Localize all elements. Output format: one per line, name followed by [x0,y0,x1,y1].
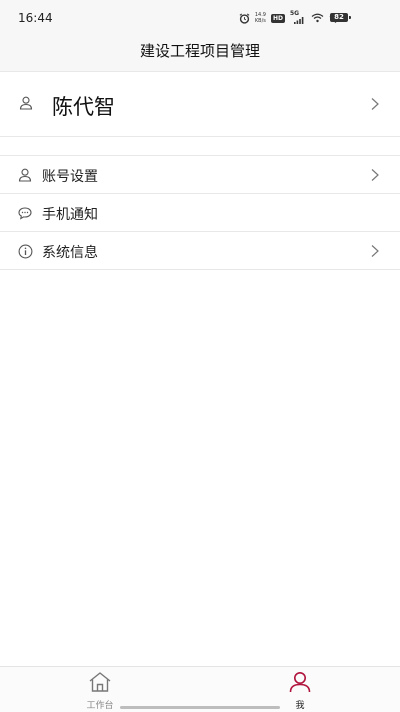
user-icon [19,96,33,110]
page-title-bar: 建设工程项目管理 [0,36,400,72]
chevron-right-icon [371,98,379,110]
home-icon [89,672,111,692]
chevron-right-icon [371,169,379,181]
profile-row[interactable]: 陈代智 [0,72,400,137]
chevron-right-icon [371,245,379,257]
menu-item-label: 账号设置 [42,169,98,185]
tab-workbench[interactable]: 工作台 [60,671,140,711]
menu-item-system-info[interactable]: 系统信息 [0,232,400,270]
menu-list: 账号设置 手机通知 系统信息 [0,155,400,270]
signal-wifi-small-icon [311,13,324,23]
tab-label: 我 [295,701,305,711]
menu-item-label: 系统信息 [42,245,98,261]
menu-item-account-settings[interactable]: 账号设置 [0,156,400,194]
net-speed: 14.9 KB/s [255,12,266,24]
status-icons: 14.9 KB/s HD 5G [239,10,342,24]
person-icon [289,672,311,693]
cellular-signal: 5G [290,10,306,24]
status-time: 16:44 [18,11,53,25]
profile-name: 陈代智 [52,95,115,119]
chat-bubble-icon [18,207,32,220]
status-bar: 16:44 14.9 KB/s HD 5G 82 [0,0,400,36]
home-indicator[interactable] [120,706,280,709]
network-type: 5G [290,10,300,17]
user-icon [18,168,32,182]
menu-item-phone-notification[interactable]: 手机通知 [0,194,400,232]
hd-badge: HD [270,13,285,23]
battery-icon: 82 [330,13,351,22]
menu-item-label: 手机通知 [42,207,98,223]
net-speed-unit: KB/s [254,18,266,24]
info-icon [18,244,33,259]
tab-me[interactable]: 我 [260,671,340,711]
section-gap [0,137,400,155]
alarm-icon [239,12,250,24]
tab-label: 工作台 [86,701,114,711]
signal-icon [294,17,304,24]
battery-level: 82 [330,13,351,22]
page-title: 建设工程项目管理 [139,42,260,60]
